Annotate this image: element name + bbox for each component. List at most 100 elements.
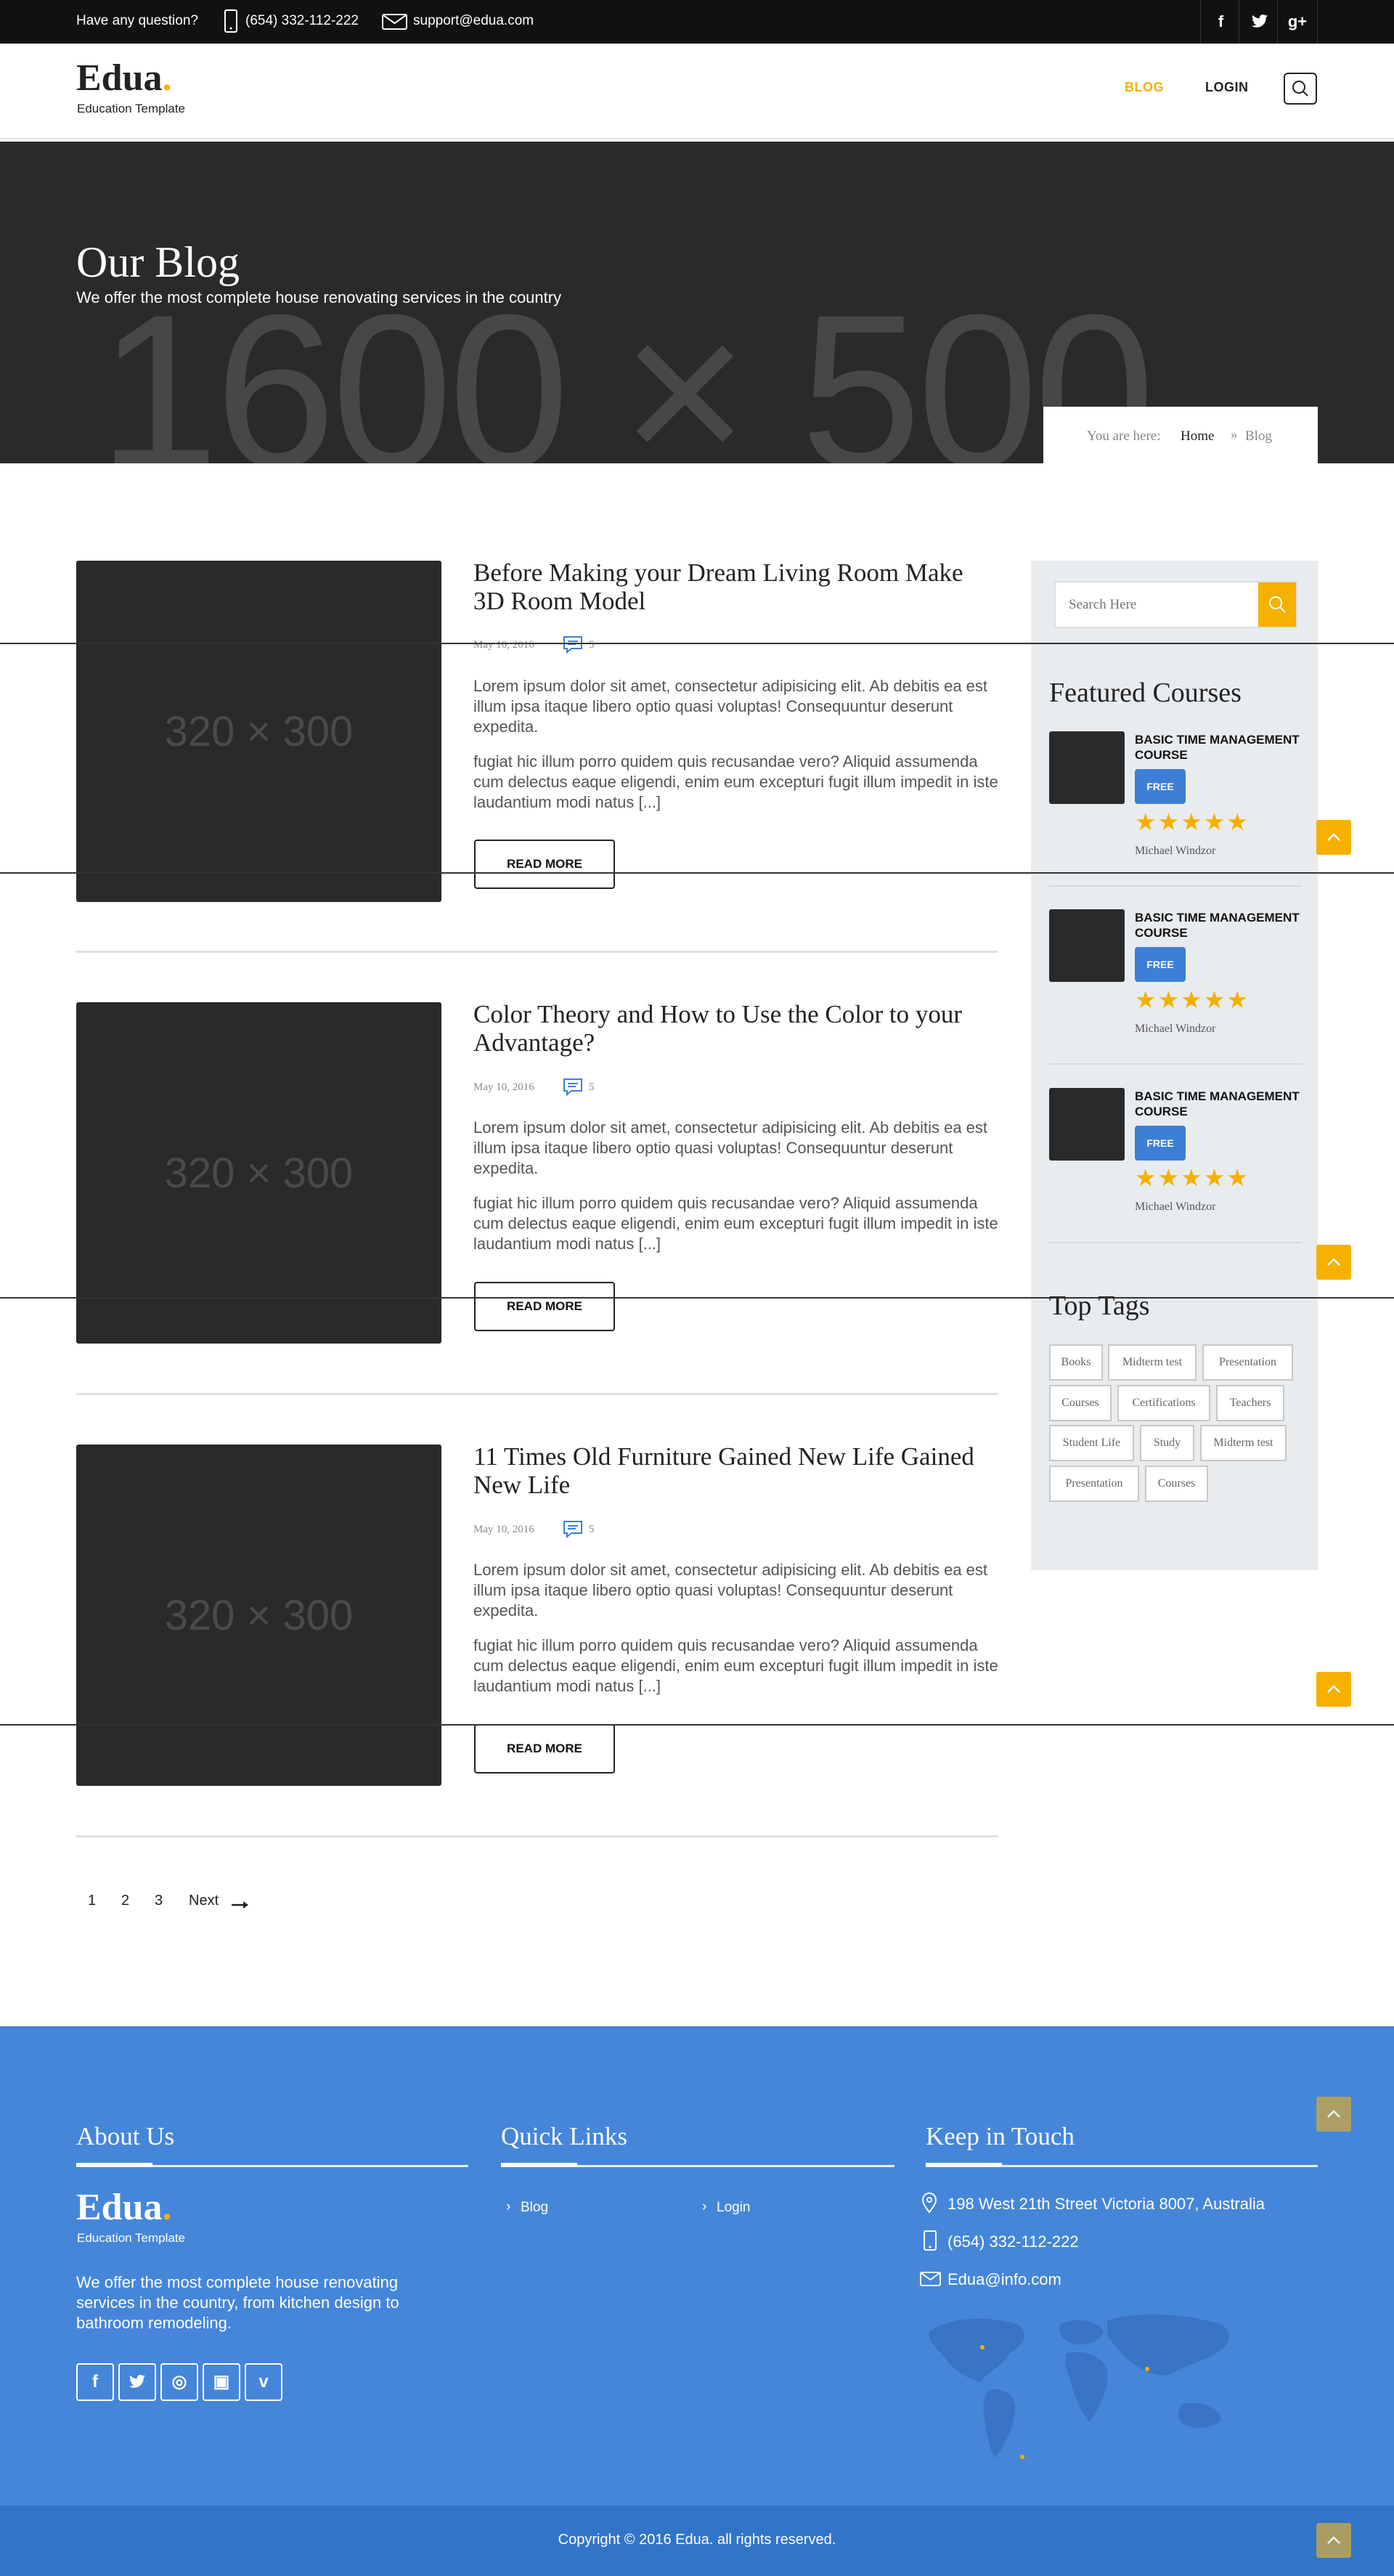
free-badge: FREE xyxy=(1135,1126,1186,1161)
back-to-top-icon[interactable] xyxy=(1316,1245,1351,1280)
page-link-3[interactable]: 3 xyxy=(155,1893,163,1909)
dribbble-icon[interactable]: ◎ xyxy=(160,2363,198,2401)
twitter-icon[interactable] xyxy=(118,2363,156,2401)
about-us-title: About Us xyxy=(76,2122,175,2150)
free-badge: FREE xyxy=(1135,947,1186,982)
logo-tagline: Education Template xyxy=(77,102,186,115)
post-title[interactable]: Before Making your Dream Living Room Mak… xyxy=(473,558,996,615)
topbar-email[interactable]: support@edua.com xyxy=(413,13,534,29)
post-divider xyxy=(76,1835,998,1837)
comment-count: 5 xyxy=(589,1524,595,1535)
twitter-icon[interactable] xyxy=(1239,0,1279,44)
facebook-icon[interactable]: f xyxy=(76,2363,114,2401)
post-title[interactable]: Color Theory and How to Use the Color to… xyxy=(473,1000,996,1057)
course-author: Michael Windzor xyxy=(1135,845,1216,857)
course-thumbnail[interactable] xyxy=(1049,731,1125,804)
next-page-link[interactable]: Next xyxy=(189,1893,219,1909)
course-divider xyxy=(1049,885,1302,887)
hero-subtitle: We offer the most complete house renovat… xyxy=(76,288,562,306)
page: Have any question? (654) 332-112-222 sup… xyxy=(0,0,1394,2576)
course-title[interactable]: BASIC TIME MANAGEMENT COURSE xyxy=(1135,732,1302,763)
facebook-icon[interactable]: f xyxy=(1200,0,1241,44)
footer-logo-dot: . xyxy=(162,2187,172,2228)
logo-text: Edua xyxy=(76,57,163,99)
breadcrumb-current: Blog xyxy=(1245,428,1272,444)
post-title[interactable]: 11 Times Old Furniture Gained New Life G… xyxy=(473,1442,996,1499)
post-date: May 10, 2016 xyxy=(473,639,534,651)
nav-login[interactable]: LOGIN xyxy=(1205,80,1249,95)
about-text: We offer the most complete house renovat… xyxy=(76,2273,399,2332)
tag-chip[interactable]: Study xyxy=(1140,1425,1194,1461)
instagram-icon[interactable]: ▣ xyxy=(203,2363,240,2401)
overlay-line xyxy=(0,1724,1394,1726)
site-header: Edua. Education Template xyxy=(0,44,1394,139)
breadcrumb: You are here: Home » Blog xyxy=(1043,407,1318,463)
tag-chip[interactable]: Student Life xyxy=(1049,1425,1134,1461)
post-thumbnail[interactable]: 320 × 300 xyxy=(76,1445,441,1786)
post-excerpt: Lorem ipsum dolor sit amet, consectetur … xyxy=(473,1561,988,1620)
back-to-top-icon[interactable] xyxy=(1316,2097,1351,2132)
comment-icon xyxy=(563,635,583,658)
phone-icon xyxy=(223,9,239,38)
tag-chip[interactable]: Midterm test xyxy=(1108,1344,1197,1381)
course-thumbnail[interactable] xyxy=(1049,909,1125,982)
search-button[interactable] xyxy=(1258,582,1296,627)
course-title[interactable]: BASIC TIME MANAGEMENT COURSE xyxy=(1135,910,1302,940)
footer-link-login[interactable]: Login xyxy=(717,2200,751,2216)
tag-chip[interactable]: Teachers xyxy=(1216,1385,1284,1421)
comment-count: 5 xyxy=(589,639,595,651)
post-divider xyxy=(76,951,998,953)
tag-chip[interactable]: Presentation xyxy=(1202,1344,1293,1381)
post-thumbnail[interactable]: 320 × 300 xyxy=(76,1002,441,1344)
page-link-2[interactable]: 2 xyxy=(121,1893,129,1909)
read-more-button[interactable]: READ MORE xyxy=(474,1282,615,1331)
back-to-top-icon[interactable] xyxy=(1316,2523,1351,2558)
breadcrumb-prefix: You are here: xyxy=(1087,428,1161,444)
header-logo[interactable]: Edua. xyxy=(76,57,172,99)
course-author: Michael Windzor xyxy=(1135,1023,1216,1035)
post-thumbnail[interactable]: 320 × 300 xyxy=(76,561,441,902)
logo-dot: . xyxy=(162,57,172,99)
topbar-phone[interactable]: (654) 332-112-222 xyxy=(245,13,359,29)
overlay-line xyxy=(0,872,1394,874)
star-rating: ★★★★★ xyxy=(1135,986,1250,1013)
tag-chip[interactable]: Midterm test xyxy=(1200,1425,1287,1461)
comment-count: 5 xyxy=(589,1081,595,1093)
footer-logo-tagline: Education Template xyxy=(77,2231,186,2245)
back-to-top-icon[interactable] xyxy=(1316,1672,1351,1707)
breadcrumb-home[interactable]: Home xyxy=(1181,428,1214,444)
footer-link-blog[interactable]: Blog xyxy=(521,2200,548,2216)
phone-icon xyxy=(923,2230,937,2256)
tag-chip[interactable]: Courses xyxy=(1145,1466,1208,1502)
read-more-button[interactable]: READ MORE xyxy=(474,840,615,889)
heading-underline-accent xyxy=(501,2163,577,2167)
course-title[interactable]: BASIC TIME MANAGEMENT COURSE xyxy=(1135,1089,1302,1119)
course-divider xyxy=(1049,1063,1302,1065)
footer-phone[interactable]: (654) 332-112-222 xyxy=(947,2232,1079,2251)
copyright-text: Copyright © 2016 Edua. all rights reserv… xyxy=(558,2532,836,2548)
back-to-top-icon[interactable] xyxy=(1316,820,1351,855)
chevron-right-icon: › xyxy=(506,2199,511,2214)
vimeo-icon[interactable]: v xyxy=(245,2363,282,2401)
tag-chip[interactable]: Books xyxy=(1049,1344,1103,1381)
footer-logo[interactable]: Edua. xyxy=(76,2186,172,2229)
footer-email[interactable]: Edua@info.com xyxy=(947,2270,1061,2289)
quick-links-title: Quick Links xyxy=(501,2122,628,2150)
post-excerpt-2: fugiat hic illum porro quidem quis recus… xyxy=(473,1636,998,1695)
read-more-button[interactable]: READ MORE xyxy=(474,1724,615,1773)
page-link-1[interactable]: 1 xyxy=(88,1893,96,1909)
tag-chip[interactable]: Certifications xyxy=(1117,1385,1210,1421)
comment-icon xyxy=(563,1078,583,1100)
footer-logo-text: Edua xyxy=(76,2187,163,2228)
comment-icon xyxy=(563,1520,583,1543)
tag-chip[interactable]: Courses xyxy=(1049,1385,1112,1421)
nav-blog[interactable]: BLOG xyxy=(1125,80,1164,95)
course-divider xyxy=(1049,1242,1302,1243)
footer-address: 198 West 21th Street Victoria 8007, Aust… xyxy=(947,2195,1265,2213)
google-plus-icon[interactable]: g+ xyxy=(1277,0,1318,44)
featured-courses-title: Featured Courses xyxy=(1049,678,1242,708)
tag-chip[interactable]: Presentation xyxy=(1049,1466,1139,1502)
arrow-right-icon[interactable] xyxy=(231,1897,250,1914)
search-icon[interactable] xyxy=(1284,73,1317,105)
course-thumbnail[interactable] xyxy=(1049,1088,1125,1161)
